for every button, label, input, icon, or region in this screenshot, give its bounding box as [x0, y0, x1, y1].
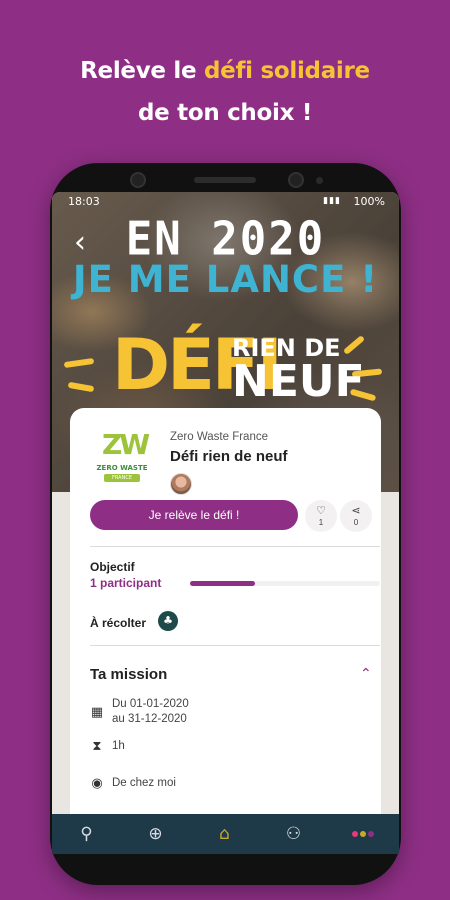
- accept-challenge-button[interactable]: Je relève le défi !: [90, 500, 298, 530]
- home-icon[interactable]: ⌂: [190, 814, 259, 854]
- avatar[interactable]: [170, 473, 192, 495]
- share-count: 0: [353, 518, 359, 527]
- chevron-up-icon[interactable]: ⌃: [360, 666, 372, 682]
- hourglass-icon: ⧗: [92, 739, 102, 754]
- participant-count: 1 participant: [90, 576, 162, 590]
- promo-line-2: de ton choix !: [137, 100, 313, 126]
- share-button[interactable]: ⋖ 0: [340, 500, 372, 532]
- app-screen: 18:03 ▮▮▮ 100% ‹ EN 2020 JE ME LANCE ! D…: [52, 192, 399, 854]
- like-button[interactable]: ♡ 1: [305, 500, 337, 532]
- logo-mark: ZW: [102, 428, 150, 461]
- promo-line-1: Relève le défi solidaire: [0, 50, 450, 92]
- sensor-camera-icon: [288, 172, 304, 188]
- phone-frame: 18:03 ▮▮▮ 100% ‹ EN 2020 JE ME LANCE ! D…: [50, 163, 401, 885]
- objective-label: Objectif: [90, 560, 135, 574]
- hero-line-2: JE ME LANCE !: [72, 258, 379, 301]
- promo-headline: Relève le défi solidaire de ton choix !: [0, 50, 450, 134]
- like-count: 1: [318, 518, 324, 527]
- divider: [90, 645, 380, 646]
- promo-line-1-prefix: Relève le: [80, 58, 205, 84]
- logo-name: ZERO WASTE: [96, 464, 148, 472]
- status-battery: 100%: [353, 195, 385, 208]
- signal-icon: ▮▮▮: [323, 196, 341, 206]
- challenge-card: ZW ZERO WASTE FRANCE Zero Waste France D…: [70, 408, 381, 848]
- date-end: au 31-12-2020: [112, 713, 187, 725]
- status-time: 18:03: [68, 195, 100, 208]
- objective-progress-bar: [190, 581, 380, 586]
- logo-sub: FRANCE: [104, 474, 140, 482]
- more-dot: [352, 831, 358, 837]
- mission-title: Ta mission: [90, 666, 168, 683]
- search-icon[interactable]: ⚲: [52, 814, 121, 854]
- earpiece-speaker: [194, 177, 256, 183]
- organization-name[interactable]: Zero Waste France: [170, 431, 268, 443]
- location-pin-icon: ◉: [91, 776, 103, 791]
- hero-neuf: NEUF: [232, 356, 365, 407]
- location: De chez moi: [112, 777, 176, 789]
- promo-line-1-highlight: défi solidaire: [204, 58, 370, 84]
- add-icon[interactable]: ⊕: [121, 814, 190, 854]
- harvest-label: À récolter: [90, 616, 147, 630]
- organization-logo: ZW ZERO WASTE FRANCE: [90, 428, 154, 492]
- objective-progress-fill: [190, 581, 255, 586]
- bottom-navigation: ⚲ ⊕ ⌂ ⚇: [52, 814, 399, 854]
- community-icon[interactable]: ⚇: [259, 814, 328, 854]
- divider: [90, 546, 380, 547]
- proximity-sensor: [316, 177, 323, 184]
- share-icon: ⋖: [351, 505, 361, 517]
- status-bar: 18:03 ▮▮▮ 100%: [52, 192, 399, 212]
- date-start: Du 01-01-2020: [112, 698, 189, 710]
- challenge-title: Défi rien de neuf: [170, 448, 288, 465]
- calendar-icon: ▦: [90, 705, 104, 720]
- more-icon[interactable]: [328, 814, 397, 854]
- more-dot: [360, 831, 366, 837]
- heart-icon: ♡: [316, 505, 326, 517]
- leaf-icon: ♣: [158, 611, 178, 631]
- front-camera-icon: [130, 172, 146, 188]
- more-dot: [368, 831, 374, 837]
- duration: 1h: [112, 740, 125, 752]
